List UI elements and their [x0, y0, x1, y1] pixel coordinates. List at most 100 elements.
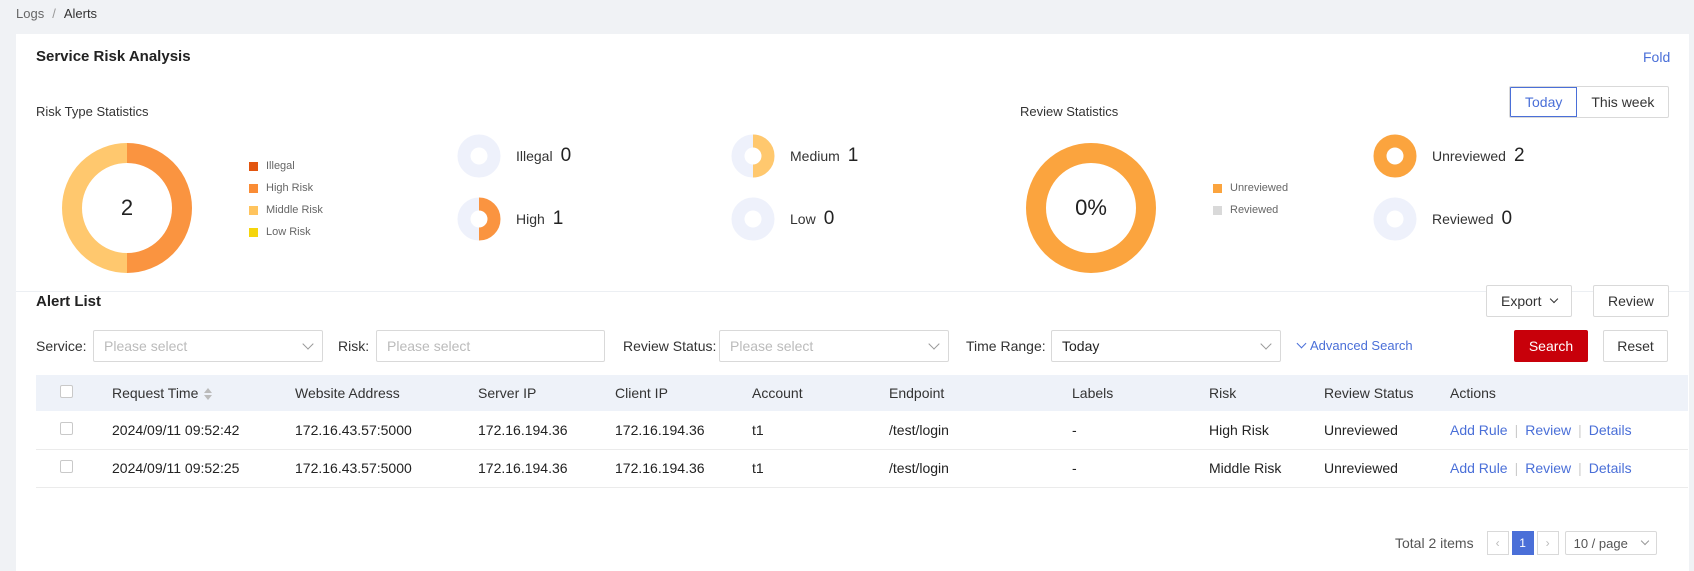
stat-label: Unreviewed: [1432, 148, 1506, 164]
risk-analysis-title: Service Risk Analysis: [36, 48, 191, 65]
ring-fill: [1373, 134, 1417, 178]
stat-value: 0: [823, 208, 835, 229]
legend-label: Reviewed: [1230, 204, 1279, 216]
page-button-current[interactable]: 1: [1511, 531, 1534, 555]
row-checkbox-cell: [36, 411, 112, 450]
legend-label: Low Risk: [266, 226, 311, 238]
prev-page-button[interactable]: ‹: [1486, 531, 1509, 555]
stat-unreviewed: Unreviewed 2: [1372, 133, 1525, 179]
sort-icon[interactable]: [204, 388, 213, 401]
cell-endpoint: /test/login: [889, 411, 1072, 450]
tab-this-week[interactable]: This week: [1577, 87, 1668, 117]
review-legend: Unreviewed Reviewed: [1213, 177, 1288, 221]
next-page-button[interactable]: ›: [1536, 531, 1559, 555]
stat-low-ring: [731, 197, 775, 241]
review-status-placeholder: Please select: [730, 338, 814, 354]
risk-placeholder: Please select: [387, 338, 471, 354]
alert-table: Request Time Website Address Server IP C…: [36, 375, 1688, 488]
ring-track: [1373, 197, 1417, 241]
risk-type-donut: 2: [62, 143, 192, 273]
header-checkbox-cell: [36, 375, 112, 411]
export-label: Export: [1501, 293, 1542, 309]
review-status-select[interactable]: Please select: [719, 330, 949, 362]
col-request-time[interactable]: Request Time: [112, 375, 295, 411]
add-rule-link[interactable]: Add Rule: [1450, 460, 1508, 476]
risk-label: Risk:: [338, 338, 370, 354]
row-checkbox[interactable]: [60, 460, 73, 473]
cell-website: 172.16.43.57:5000: [295, 449, 478, 488]
review-link[interactable]: Review: [1525, 422, 1571, 438]
stat-unreviewed-ring: [1373, 134, 1417, 178]
service-label: Service:: [36, 338, 87, 354]
col-risk: Risk: [1209, 375, 1324, 411]
review-link[interactable]: Review: [1525, 460, 1571, 476]
tab-today[interactable]: Today: [1510, 87, 1578, 117]
legend-item-unreviewed: Unreviewed: [1213, 177, 1288, 199]
ring-fill: [478, 197, 501, 241]
col-labels: Labels: [1072, 375, 1209, 411]
row-checkbox[interactable]: [60, 421, 73, 435]
table-header-row: Request Time Website Address Server IP C…: [36, 375, 1688, 411]
chevron-down-icon: [302, 338, 314, 350]
search-button[interactable]: Search: [1514, 330, 1588, 362]
cell-account: t1: [752, 449, 889, 488]
action-separator: |: [1514, 460, 1519, 476]
details-link[interactable]: Details: [1589, 460, 1632, 476]
review-stats-title: Review Statistics: [1020, 104, 1119, 119]
donut-segment-high-risk: [126, 143, 192, 273]
select-all-checkbox[interactable]: [60, 385, 73, 398]
advanced-search-label: Advanced Search: [1310, 338, 1413, 353]
breadcrumb: Logs / Alerts: [16, 6, 97, 21]
legend-swatch: [249, 183, 258, 193]
review-donut: 0%: [1026, 143, 1156, 273]
cell-account: t1: [752, 411, 889, 450]
cell-request-time: 2024/09/11 09:52:25: [112, 449, 295, 488]
advanced-search-link[interactable]: Advanced Search: [1296, 338, 1413, 353]
service-select[interactable]: Please select: [93, 330, 323, 362]
details-link[interactable]: Details: [1589, 422, 1632, 438]
stat-medium-ring: [731, 134, 775, 178]
row-checkbox-cell: [36, 449, 112, 488]
action-separator: |: [1578, 460, 1582, 476]
stat-value: 0: [560, 145, 572, 166]
risk-select[interactable]: Please select: [376, 330, 605, 362]
legend-label: High Risk: [266, 182, 314, 194]
risk-total-value: 2: [121, 195, 133, 220]
legend-swatch: [249, 227, 258, 237]
time-range-select[interactable]: Today: [1051, 330, 1281, 362]
chevron-down-icon: [928, 338, 940, 350]
legend-label: Unreviewed: [1230, 182, 1289, 194]
pagination: Total 2 items ‹ 1 › 10 / page: [1395, 531, 1657, 555]
time-range-value: Today: [1062, 338, 1100, 354]
reset-button[interactable]: Reset: [1603, 330, 1668, 362]
stat-illegal: Illegal 0: [456, 133, 571, 179]
legend-label: Illegal: [266, 160, 295, 172]
add-rule-link[interactable]: Add Rule: [1450, 422, 1508, 438]
page-size-select[interactable]: 10 / page: [1564, 531, 1657, 555]
export-button[interactable]: Export: [1486, 285, 1573, 317]
action-separator: |: [1578, 421, 1582, 438]
cell-risk: High Risk: [1209, 411, 1324, 450]
ring-fill: [752, 134, 775, 178]
page-size-value: 10 / page: [1573, 535, 1628, 551]
chevron-down-icon: [1296, 338, 1307, 349]
stat-label: Reviewed: [1432, 211, 1494, 227]
legend-item-reviewed: Reviewed: [1213, 199, 1288, 221]
col-server-ip: Server IP: [478, 375, 615, 411]
chevron-down-icon: [1640, 536, 1649, 546]
fold-link[interactable]: Fold: [1643, 49, 1670, 65]
review-button[interactable]: Review: [1593, 285, 1669, 317]
stat-label: High: [516, 211, 545, 227]
cell-website: 172.16.43.57:5000: [295, 411, 478, 450]
legend-item-illegal: Illegal: [249, 155, 323, 177]
cell-review-status: Unreviewed: [1324, 411, 1450, 450]
cell-server-ip: 172.16.194.36: [478, 411, 615, 450]
cell-review-status: Unreviewed: [1324, 449, 1450, 488]
stat-reviewed-ring: [1373, 197, 1417, 241]
review-status-label: Review Status:: [623, 338, 717, 354]
breadcrumb-logs[interactable]: Logs: [16, 6, 44, 21]
legend-item-low-risk: Low Risk: [249, 221, 323, 243]
cell-actions: Add Rule | Review | Details: [1450, 449, 1688, 488]
breadcrumb-separator: /: [52, 6, 56, 21]
donut-segment-middle-risk: [62, 143, 128, 273]
